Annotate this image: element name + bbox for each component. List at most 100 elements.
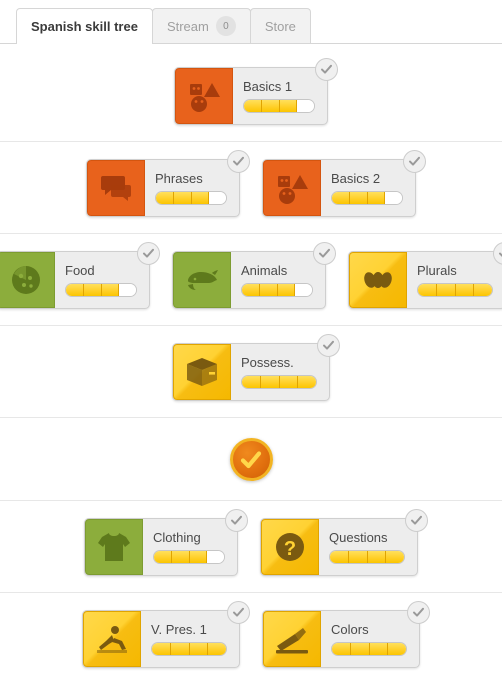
progress-segment (171, 551, 190, 563)
skill-name: Basics 1 (243, 79, 293, 94)
progress-segment (152, 643, 171, 655)
progress-segment (277, 284, 296, 296)
progress-segment (191, 192, 210, 204)
progress-segment (207, 551, 224, 563)
skill-row: V. Pres. 1 Colors (0, 593, 502, 684)
progress-segment (259, 284, 278, 296)
skill-row: Basics 1 (0, 50, 502, 142)
skill-body: Colors (321, 611, 419, 667)
progress-segment (208, 643, 226, 655)
shapes-faces-icon (175, 68, 233, 124)
progress-segment (474, 284, 492, 296)
progress-segment (260, 376, 280, 388)
pizza-icon (0, 252, 55, 308)
tab-store[interactable]: Store (249, 8, 311, 43)
skill-completed-badge (313, 242, 336, 265)
progress-segment (295, 284, 312, 296)
progress-segment (367, 551, 387, 563)
progress-segment (367, 192, 386, 204)
skill-progress-bar (331, 642, 407, 656)
progress-segment (332, 192, 350, 204)
check-icon (410, 514, 423, 527)
progress-segment (66, 284, 84, 296)
tab-spanish-skill-tree[interactable]: Spanish skill tree (16, 8, 153, 44)
skill-card[interactable]: ? Questions (260, 509, 428, 576)
tab-label: Store (264, 18, 296, 34)
check-icon (232, 606, 245, 619)
skill-row: Food Animals Plurals (0, 234, 502, 326)
skill-card[interactable]: Possess. (172, 334, 340, 401)
running-person-icon (83, 611, 141, 667)
skill-completed-badge (225, 509, 248, 532)
progress-segment (242, 376, 261, 388)
skill-card[interactable]: Animals (172, 242, 336, 309)
skill-card[interactable]: V. Pres. 1 (82, 601, 250, 668)
skill-body: Animals (231, 252, 325, 308)
skill-completed-badge (315, 58, 338, 81)
checkpoint-medallion[interactable] (229, 438, 273, 481)
skill-body: Phrases (145, 160, 239, 216)
progress-segment (83, 284, 102, 296)
progress-segment (189, 643, 209, 655)
check-icon (412, 606, 425, 619)
skill-body: Possess. (231, 344, 329, 400)
skill-card[interactable]: Food (0, 242, 160, 309)
skill-progress-bar (241, 375, 317, 389)
skill-progress-bar (153, 550, 225, 564)
skill-card[interactable]: Basics 1 (174, 58, 338, 125)
skill-body: Plurals (407, 252, 502, 308)
progress-segment (101, 284, 120, 296)
progress-segment (385, 192, 402, 204)
skill-name: Animals (241, 263, 288, 278)
skill-card[interactable]: Plurals (348, 242, 502, 309)
tab-label: Stream (166, 18, 209, 34)
progress-segment (156, 192, 174, 204)
beans-icon (349, 252, 407, 308)
skill-row: Phrases Basics 2 (0, 142, 502, 234)
skill-card[interactable]: Phrases (86, 150, 250, 217)
skill-name: Colors (331, 622, 369, 637)
checkmark-icon (239, 448, 263, 472)
skill-progress-bar (243, 99, 315, 113)
skill-name: Clothing (153, 530, 201, 545)
skill-completed-badge (405, 509, 428, 532)
skill-completed-badge (227, 601, 250, 624)
check-icon (230, 514, 243, 527)
skill-row: Possess. (0, 326, 502, 418)
whale-icon (173, 252, 231, 308)
skill-name: Plurals (417, 263, 457, 278)
progress-segment (297, 100, 314, 112)
skill-card[interactable]: Basics 2 (262, 150, 426, 217)
progress-segment (173, 192, 192, 204)
skill-name: Basics 2 (331, 171, 381, 186)
progress-segment (298, 376, 316, 388)
skill-card[interactable]: Clothing (84, 509, 248, 576)
skill-name: Food (65, 263, 95, 278)
progress-segment (349, 192, 368, 204)
skill-body: Basics 2 (321, 160, 415, 216)
progress-segment (189, 551, 208, 563)
check-icon (142, 247, 155, 260)
skill-progress-bar (331, 191, 403, 205)
tab-stream[interactable]: Stream 0 (151, 8, 251, 43)
skill-progress-bar (151, 642, 227, 656)
skill-body: Food (55, 252, 149, 308)
tab-count-badge: 0 (215, 16, 236, 36)
skill-progress-bar (241, 283, 313, 297)
tshirt-icon (85, 519, 143, 575)
skill-card[interactable]: Colors (262, 601, 430, 668)
skill-completed-badge (407, 601, 430, 624)
check-icon (498, 247, 502, 260)
progress-segment (242, 284, 260, 296)
progress-segment (388, 643, 406, 655)
progress-segment (330, 551, 349, 563)
progress-segment (119, 284, 136, 296)
skill-body: V. Pres. 1 (141, 611, 239, 667)
skill-completed-badge (317, 334, 340, 357)
paint-brush-icon (263, 611, 321, 667)
check-icon (322, 339, 335, 352)
skill-progress-bar (329, 550, 405, 564)
progress-segment (455, 284, 475, 296)
progress-segment (170, 643, 190, 655)
progress-segment (418, 284, 437, 296)
